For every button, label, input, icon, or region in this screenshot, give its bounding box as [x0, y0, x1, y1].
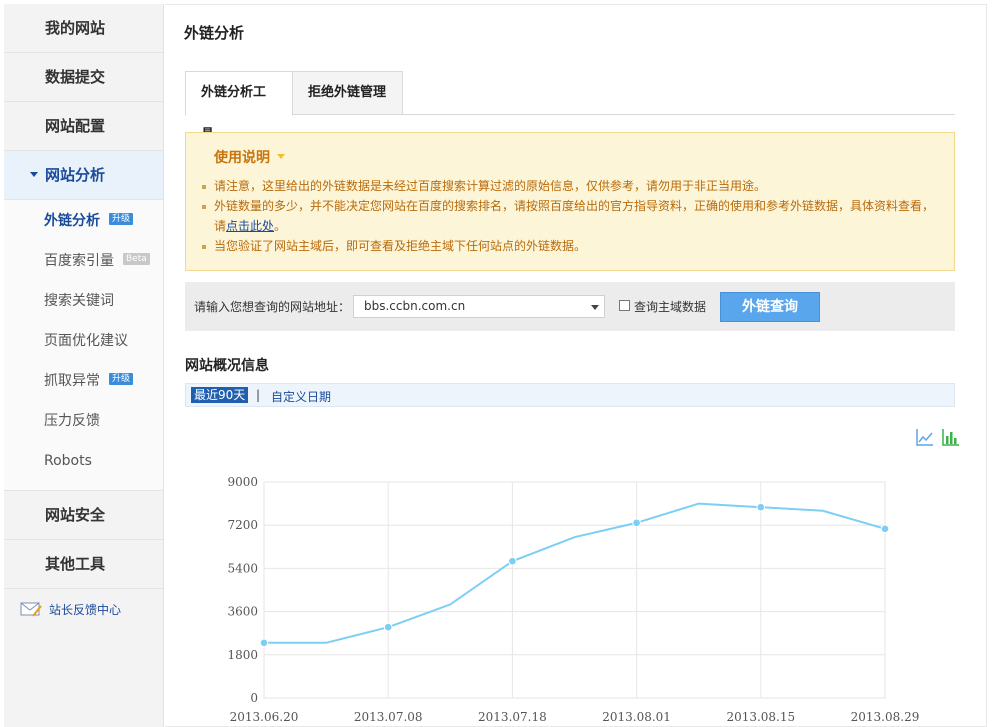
sidebar-item-label: 网站分析	[45, 166, 106, 184]
x-tick-label: 2013.06.20	[230, 710, 299, 724]
sidebar-submenu: 外链分析 升级 百度索引量 Beta 搜索关键词 页面优化建议 抓取异常 升级 压力反…	[4, 200, 163, 491]
backlink-query-button[interactable]: 外链查询	[720, 292, 820, 322]
y-tick-label: 7200	[227, 518, 258, 532]
dropdown-arrow-icon	[591, 305, 599, 310]
data-point	[756, 502, 766, 512]
beta-badge: Beta	[123, 253, 150, 265]
sidebar-item-my-sites[interactable]: 我的网站	[4, 4, 163, 53]
x-tick-label: 2013.07.08	[354, 710, 423, 724]
subitem-label: 百度索引量	[44, 253, 114, 269]
sidebar-subitem-robots[interactable]: Robots	[4, 446, 163, 486]
data-point	[880, 524, 890, 534]
expand-triangle-icon	[30, 172, 38, 177]
subitem-label: 抓取异常	[44, 373, 100, 389]
notice-item: 请注意，这里给出的外链数据是未经过百度搜索计算过滤的原始信息，仅供参考，请勿用于…	[202, 176, 942, 196]
sidebar-item-site-analysis[interactable]: 网站分析	[4, 151, 163, 200]
notice-text: 。	[274, 219, 287, 233]
chart-type-switcher	[916, 428, 962, 448]
main-domain-checkbox-label[interactable]: 查询主域数据	[634, 298, 706, 315]
y-tick-label: 5400	[227, 561, 258, 575]
tab-backlink-tool[interactable]: 外链分析工具	[185, 71, 293, 142]
y-tick-label: 3600	[227, 605, 258, 619]
backlink-line-chart: 0 1800 3600 5400 7200 9000 2013.06.20 2013.07.0…	[227, 475, 920, 724]
site-url-select[interactable]: bbs.ccbn.com.cn	[353, 295, 605, 318]
x-tick-label: 2013.08.29	[851, 710, 920, 724]
sidebar-subitem-pressure-feedback[interactable]: 压力反馈	[4, 406, 163, 446]
date-range-bar: 最近90天 | 自定义日期	[185, 383, 955, 407]
y-tick-label: 1800	[227, 648, 258, 662]
overview-title: 网站概况信息	[185, 358, 269, 374]
range-separator: |	[256, 388, 261, 402]
notice-list: 请注意，这里给出的外链数据是未经过百度搜索计算过滤的原始信息，仅供参考，请勿用于…	[202, 176, 942, 256]
sidebar-feedback-link[interactable]: 站长反馈中心	[4, 589, 163, 633]
upgrade-badge: 升级	[109, 213, 134, 225]
usage-notice: 使用说明 请注意，这里给出的外链数据是未经过百度搜索计算过滤的原始信息，仅供参考…	[185, 132, 955, 271]
click-here-link[interactable]: 点击此处	[226, 219, 274, 233]
x-tick-label: 2013.08.01	[602, 710, 671, 724]
notice-title-label: 使用说明	[214, 150, 270, 166]
query-bar: 请输入您想查询的网站地址： bbs.ccbn.com.cn 查询主域数据 外链查…	[185, 282, 955, 331]
data-point	[508, 556, 517, 566]
caret-down-icon	[277, 153, 285, 159]
range-custom-date-link[interactable]: 自定义日期	[271, 388, 331, 405]
mail-icon	[20, 602, 42, 617]
notice-title[interactable]: 使用说明	[214, 147, 285, 167]
sidebar-subitem-index-volume[interactable]: 百度索引量 Beta	[4, 246, 163, 286]
data-point	[632, 518, 641, 528]
sidebar-item-other-tools[interactable]: 其他工具	[4, 540, 163, 589]
notice-item: 外链数量的多少，并不能决定您网站在百度的搜索排名，请按照百度给出的官方指导资料，…	[202, 196, 942, 236]
y-tick-label: 9000	[227, 475, 258, 489]
notice-text: 外链数量的多少，并不能决定您网站在百度的搜索排名，请按照百度给出的官方指导资料，…	[214, 199, 935, 233]
y-tick-label: 0	[250, 691, 258, 705]
sidebar-item-site-security[interactable]: 网站安全	[4, 491, 163, 540]
site-url-value: bbs.ccbn.com.cn	[364, 299, 466, 313]
feedback-label: 站长反馈中心	[49, 603, 122, 617]
bar-chart-icon[interactable]	[942, 428, 960, 446]
sidebar-subitem-backlink-analysis[interactable]: 外链分析 升级	[4, 206, 163, 246]
tab-reject-backlinks[interactable]: 拒绝外链管理	[293, 71, 403, 115]
x-tick-label: 2013.08.15	[726, 710, 795, 724]
page-title: 外链分析	[184, 24, 245, 42]
sidebar: 我的网站 数据提交 网站配置 网站分析 外链分析 升级 百度索引量 Beta 搜索关…	[4, 4, 164, 727]
tab-bar: 外链分析工具 拒绝外链管理	[185, 71, 955, 142]
x-tick-label: 2013.07.18	[478, 710, 547, 724]
data-point	[259, 638, 269, 648]
upgrade-badge: 升级	[109, 373, 134, 385]
subitem-label: 外链分析	[44, 213, 100, 229]
data-point	[383, 622, 393, 632]
plot-area	[263, 481, 886, 699]
sidebar-item-data-submit[interactable]: 数据提交	[4, 53, 163, 102]
notice-item: 当您验证了网站主域后，即可查看及拒绝主域下任何站点的外链数据。	[202, 236, 942, 256]
sidebar-subitem-page-optimization[interactable]: 页面优化建议	[4, 326, 163, 366]
sidebar-subitem-search-keywords[interactable]: 搜索关键词	[4, 286, 163, 326]
main-domain-checkbox[interactable]	[619, 300, 630, 311]
sidebar-item-site-config[interactable]: 网站配置	[4, 102, 163, 151]
site-url-label: 请输入您想查询的网站地址：	[194, 300, 351, 314]
sidebar-subitem-crawl-errors[interactable]: 抓取异常 升级	[4, 366, 163, 406]
line-chart-icon[interactable]	[916, 428, 934, 446]
range-last-90-days[interactable]: 最近90天	[191, 387, 249, 403]
